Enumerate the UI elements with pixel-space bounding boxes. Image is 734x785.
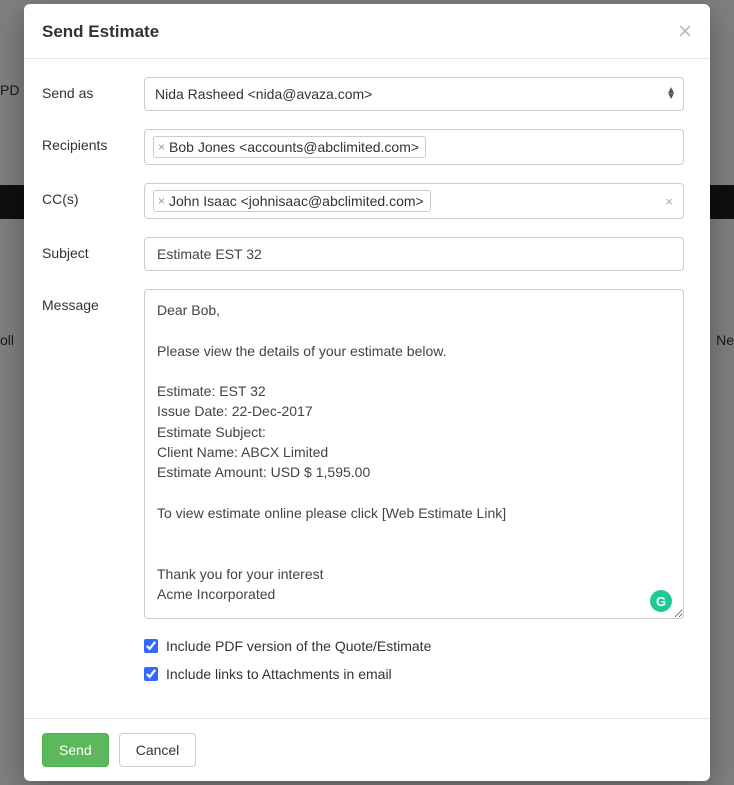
- cc-tag-label: John Isaac <johnisaac@abclimited.com>: [169, 193, 424, 209]
- label-ccs: CC(s): [42, 183, 144, 207]
- close-icon[interactable]: ×: [678, 20, 692, 44]
- cancel-button[interactable]: Cancel: [119, 733, 197, 767]
- recipient-tag[interactable]: × Bob Jones <accounts@abclimited.com>: [153, 136, 426, 158]
- ccs-input[interactable]: × John Isaac <johnisaac@abclimited.com> …: [144, 183, 684, 219]
- modal-title: Send Estimate: [42, 22, 159, 42]
- label-subject: Subject: [42, 237, 144, 261]
- row-recipients: Recipients × Bob Jones <accounts@abclimi…: [42, 129, 684, 165]
- label-send-as: Send as: [42, 77, 144, 101]
- include-pdf-label: Include PDF version of the Quote/Estimat…: [166, 638, 431, 654]
- modal-body: Send as Nida Rasheed <nida@avaza.com> ▲▼…: [24, 59, 710, 718]
- send-button[interactable]: Send: [42, 733, 109, 767]
- recipient-tag-label: Bob Jones <accounts@abclimited.com>: [169, 139, 419, 155]
- subject-input[interactable]: [144, 237, 684, 271]
- cc-tag[interactable]: × John Isaac <johnisaac@abclimited.com>: [153, 190, 431, 212]
- label-recipients: Recipients: [42, 129, 144, 153]
- row-message: Message G: [42, 289, 684, 622]
- send-as-select[interactable]: Nida Rasheed <nida@avaza.com>: [144, 77, 684, 111]
- modal-header: Send Estimate ×: [24, 4, 710, 59]
- modal-footer: Send Cancel: [24, 718, 710, 781]
- row-send-as: Send as Nida Rasheed <nida@avaza.com> ▲▼: [42, 77, 684, 111]
- recipients-input[interactable]: × Bob Jones <accounts@abclimited.com>: [144, 129, 684, 165]
- grammarly-icon[interactable]: G: [650, 590, 672, 612]
- remove-tag-icon[interactable]: ×: [158, 140, 165, 154]
- include-links-checkbox[interactable]: [144, 667, 158, 681]
- include-links-label: Include links to Attachments in email: [166, 666, 392, 682]
- include-pdf-checkbox[interactable]: [144, 639, 158, 653]
- remove-tag-icon[interactable]: ×: [158, 194, 165, 208]
- include-links-row[interactable]: Include links to Attachments in email: [144, 666, 684, 682]
- message-textarea[interactable]: [144, 289, 684, 619]
- include-pdf-row[interactable]: Include PDF version of the Quote/Estimat…: [144, 638, 684, 654]
- clear-ccs-icon[interactable]: ×: [665, 194, 673, 209]
- row-ccs: CC(s) × John Isaac <johnisaac@abclimited…: [42, 183, 684, 219]
- row-subject: Subject: [42, 237, 684, 271]
- label-message: Message: [42, 289, 144, 313]
- send-estimate-modal: Send Estimate × Send as Nida Rasheed <ni…: [24, 4, 710, 781]
